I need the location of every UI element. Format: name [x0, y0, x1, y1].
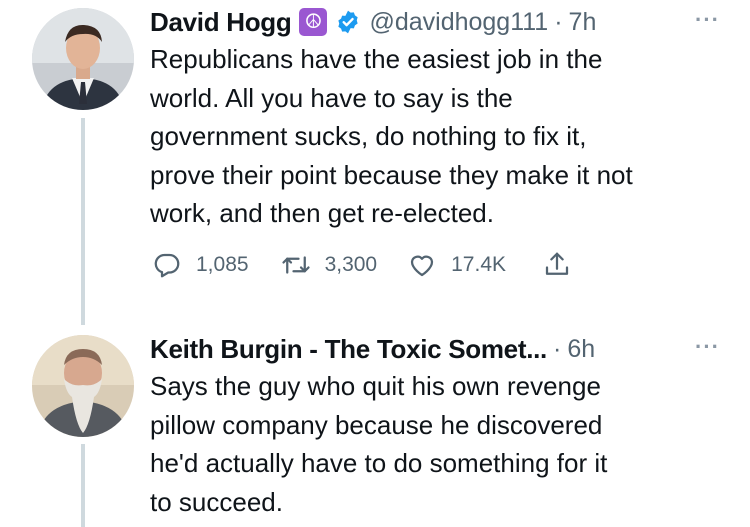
reply-button[interactable]: 1,085 — [152, 250, 249, 280]
tweet-header: Keith Burgin - The Toxic Somet... · 6h ·… — [150, 332, 720, 366]
separator-dot: · — [552, 334, 562, 363]
reply-count: 1,085 — [196, 253, 249, 276]
like-count: 17.4K — [451, 253, 507, 276]
separator-dot: · — [554, 7, 563, 36]
tweet-text: Republicans have the easiest job in the … — [150, 44, 633, 228]
tweet-text: Says the guy who quit his own revenge pi… — [150, 371, 608, 517]
retweet-icon — [281, 256, 310, 274]
timestamp[interactable]: 6h — [567, 335, 595, 364]
thread-connector-line — [81, 118, 85, 325]
like-button[interactable]: 17.4K — [407, 250, 506, 280]
heart-icon — [411, 255, 434, 277]
author-name[interactable]: David Hogg — [150, 7, 292, 38]
reply-icon — [154, 253, 180, 278]
tweet-header: David Hogg ☮ @davidhogg111 · 7h ··· — [150, 5, 720, 39]
author-handle[interactable]: @davidhogg111 — [369, 8, 548, 37]
avatar[interactable] — [32, 8, 134, 110]
verified-badge-icon — [335, 9, 361, 35]
share-icon — [545, 252, 569, 275]
tweet[interactable]: David Hogg ☮ @davidhogg111 · 7h ··· Repu… — [150, 5, 720, 233]
share-button[interactable] — [542, 250, 572, 280]
retweet-button[interactable]: 3,300 — [281, 250, 378, 280]
tweet[interactable]: Keith Burgin - The Toxic Somet... · 6h ·… — [150, 332, 720, 521]
peace-emoji-icon: ☮ — [299, 8, 328, 36]
timestamp[interactable]: 7h — [569, 8, 597, 37]
more-options-icon[interactable]: ··· — [695, 334, 720, 360]
tweet-actions: 1,085 3,300 17.4K — [152, 250, 572, 280]
retweet-count: 3,300 — [324, 253, 378, 276]
more-options-icon[interactable]: ··· — [695, 7, 720, 33]
avatar[interactable] — [32, 335, 134, 437]
author-name[interactable]: Keith Burgin - The Toxic Somet... — [150, 334, 547, 365]
thread-connector-line — [81, 444, 85, 527]
